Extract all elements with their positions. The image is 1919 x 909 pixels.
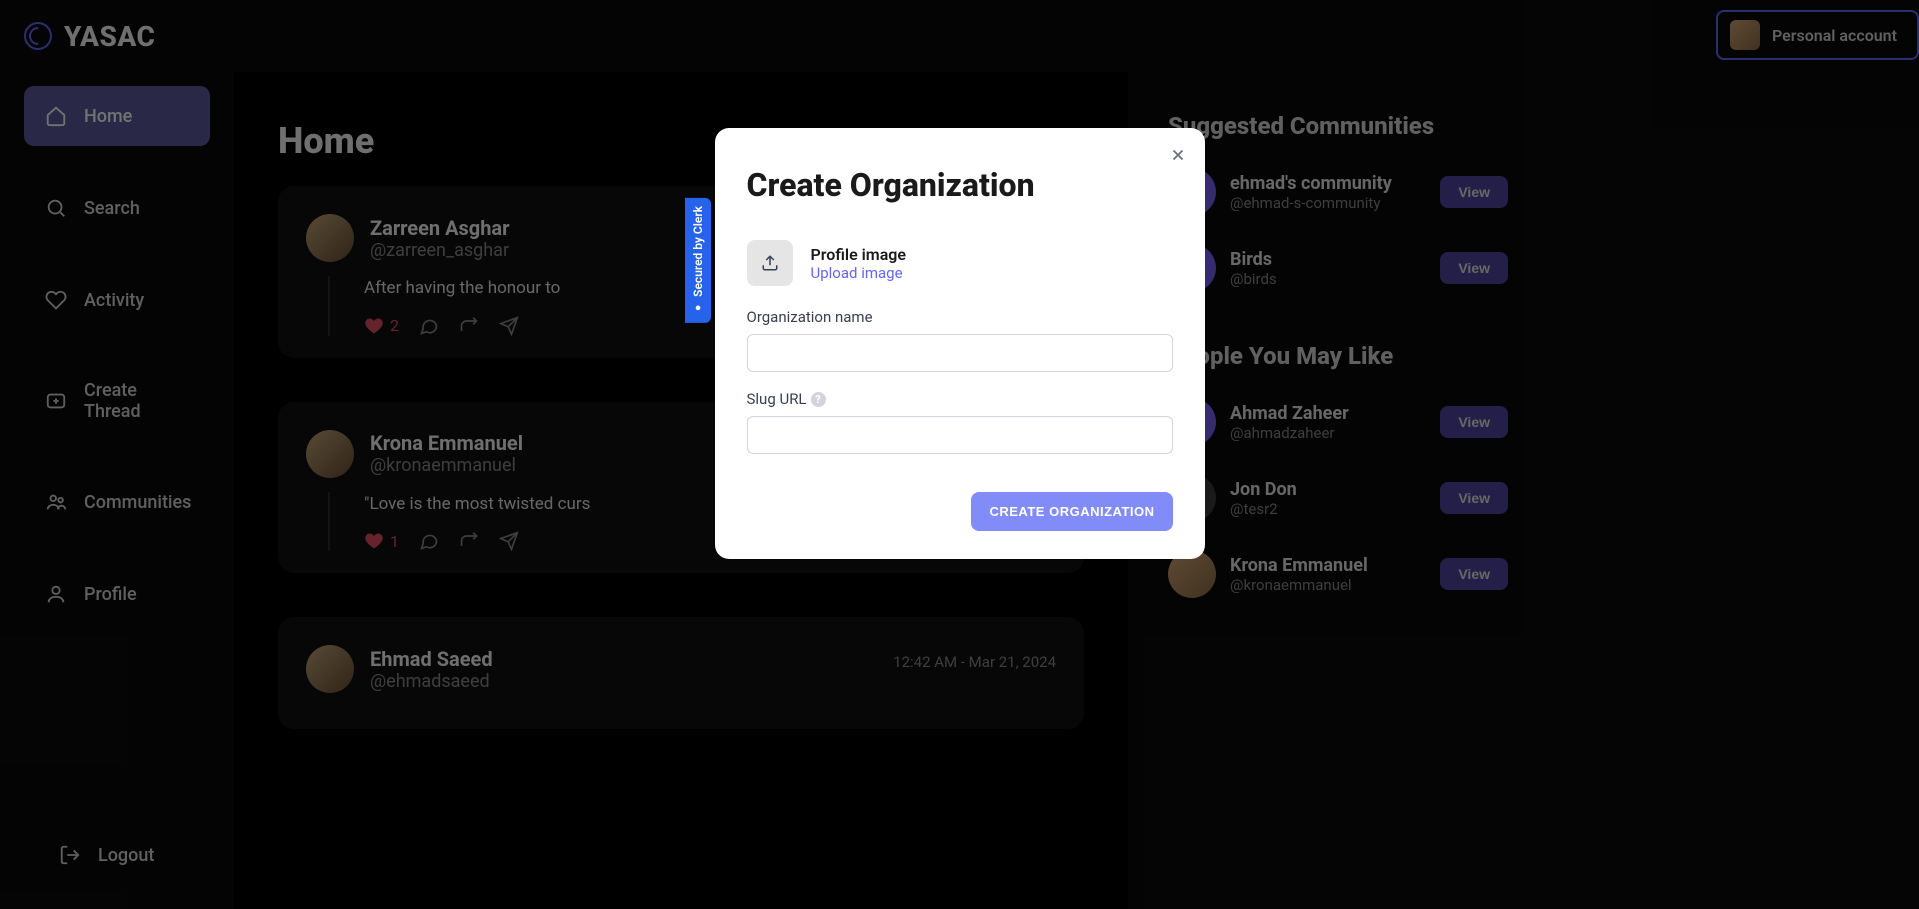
modal-title: Create Organization <box>747 166 1173 204</box>
close-icon[interactable] <box>1169 146 1187 164</box>
upload-image-link[interactable]: Upload image <box>811 264 907 282</box>
org-name-label: Organization name <box>747 308 1173 326</box>
org-name-input[interactable] <box>747 334 1173 372</box>
clerk-badge[interactable]: Secured by Clerk <box>685 198 711 323</box>
help-icon[interactable]: ? <box>811 392 826 407</box>
slug-url-label: Slug URL ? <box>747 390 1173 408</box>
slug-url-input[interactable] <box>747 416 1173 454</box>
create-organization-button[interactable]: CREATE ORGANIZATION <box>971 492 1172 531</box>
create-organization-modal: Secured by Clerk Create Organization Pro… <box>715 128 1205 559</box>
modal-overlay[interactable]: Secured by Clerk Create Organization Pro… <box>0 0 1919 909</box>
profile-image-upload[interactable] <box>747 240 793 286</box>
profile-image-label: Profile image <box>811 245 907 264</box>
